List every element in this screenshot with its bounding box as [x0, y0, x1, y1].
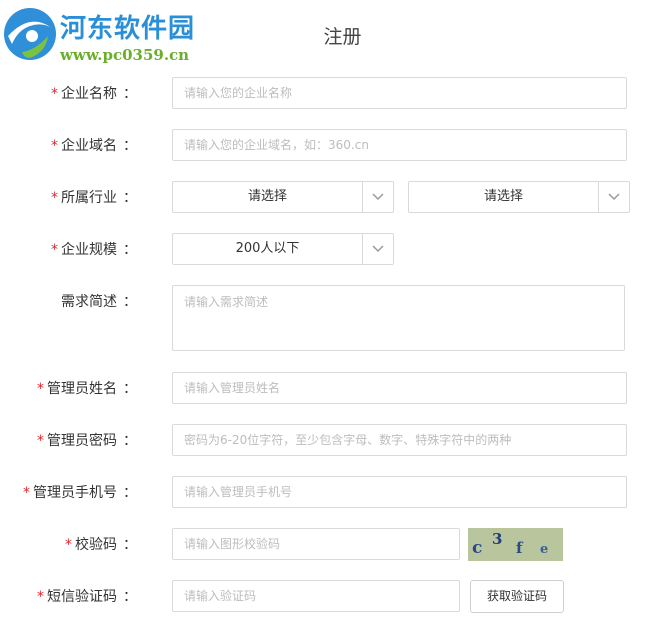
required-mark: *: [65, 537, 72, 553]
company-domain-row: * 企业域名： 请输入您的企业域名，如：360.cn: [0, 129, 663, 163]
required-mark: *: [23, 485, 30, 501]
requirements-label: 需求简述：: [61, 294, 137, 310]
company-size-row: * 企业规模： 200人以下: [0, 233, 663, 267]
industry-select-primary[interactable]: 请选择: [172, 181, 394, 213]
company-name-input[interactable]: 请输入您的企业名称: [172, 77, 627, 109]
get-sms-code-button[interactable]: 获取验证码: [470, 580, 564, 613]
admin-password-row: * 管理员密码： 密码为6-20位字符，至少包含字母、数字、特殊字符中的两种: [0, 424, 663, 458]
company-name-label: * 企业名称：: [51, 86, 137, 102]
industry-select-primary-toggle[interactable]: [362, 182, 393, 212]
chevron-down-icon: [372, 245, 384, 253]
captcha-image[interactable]: c 3 f e: [468, 528, 563, 561]
company-size-label: * 企业规模：: [51, 242, 137, 258]
industry-select-secondary-toggle[interactable]: [598, 182, 629, 212]
admin-password-label: * 管理员密码：: [37, 433, 137, 449]
company-size-select-value: 200人以下: [235, 241, 300, 256]
captcha-char: f: [516, 539, 523, 557]
captcha-label: * 校验码：: [65, 537, 137, 553]
admin-password-input[interactable]: 密码为6-20位字符，至少包含字母、数字、特殊字符中的两种: [172, 424, 627, 456]
industry-label: * 所属行业：: [51, 190, 137, 206]
required-mark: *: [37, 589, 44, 605]
captcha-row: * 校验码： 请输入图形校验码 c 3 f e: [0, 528, 663, 562]
sms-code-row: * 短信验证码： 请输入验证码 获取验证码: [0, 580, 663, 614]
requirements-row: 需求简述： 请输入需求简述: [0, 285, 663, 351]
captcha-input[interactable]: 请输入图形校验码: [172, 528, 460, 560]
company-domain-label: * 企业域名：: [51, 138, 137, 154]
sms-code-label: * 短信验证码：: [37, 589, 137, 605]
page-title: 注册: [323, 26, 362, 48]
admin-name-input[interactable]: 请输入管理员姓名: [172, 372, 627, 404]
company-size-select-toggle[interactable]: [362, 234, 393, 264]
required-mark: *: [51, 86, 58, 102]
captcha-char: e: [540, 542, 549, 557]
required-mark: *: [37, 381, 44, 397]
admin-phone-row: * 管理员手机号： 请输入管理员手机号: [0, 476, 663, 510]
admin-name-label: * 管理员姓名：: [37, 381, 137, 397]
company-name-row: * 企业名称： 请输入您的企业名称: [0, 77, 663, 111]
admin-phone-input[interactable]: 请输入管理员手机号: [172, 476, 627, 508]
required-mark: *: [37, 433, 44, 449]
industry-select-secondary[interactable]: 请选择: [408, 181, 630, 213]
company-size-select[interactable]: 200人以下: [172, 233, 394, 265]
company-domain-input[interactable]: 请输入您的企业域名，如：360.cn: [172, 129, 627, 161]
required-mark: *: [51, 138, 58, 154]
captcha-char: 3: [492, 530, 503, 548]
captcha-char: c: [472, 538, 483, 558]
requirements-textarea[interactable]: 请输入需求简述: [172, 285, 625, 351]
industry-row: * 所属行业： 请选择 请选择: [0, 181, 663, 215]
admin-name-row: * 管理员姓名： 请输入管理员姓名: [0, 372, 663, 406]
chevron-down-icon: [372, 193, 384, 201]
required-mark: *: [51, 190, 58, 206]
industry-select-secondary-value: 请选择: [483, 189, 523, 204]
sms-code-input[interactable]: 请输入验证码: [172, 580, 460, 612]
industry-select-primary-value: 请选择: [247, 189, 287, 204]
required-mark: *: [51, 242, 58, 258]
chevron-down-icon: [608, 193, 620, 201]
admin-phone-label: * 管理员手机号：: [23, 485, 137, 501]
